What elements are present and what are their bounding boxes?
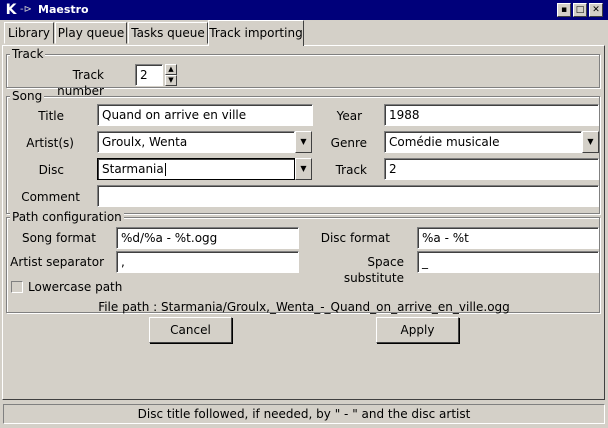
artists-combo[interactable]: Groulx, Wenta bbox=[97, 131, 295, 153]
disc-dropdown-icon[interactable]: ▼ bbox=[295, 158, 312, 180]
artists-label: Artist(s) bbox=[26, 136, 74, 150]
apply-button[interactable]: Apply bbox=[376, 317, 459, 343]
artists-dropdown-icon[interactable]: ▼ bbox=[295, 131, 312, 153]
track-number-input[interactable]: 2 bbox=[135, 64, 163, 86]
cancel-button[interactable]: Cancel bbox=[149, 317, 232, 343]
tab-library[interactable]: Library bbox=[4, 22, 54, 44]
artist-separator-label: Artist separator bbox=[10, 255, 104, 269]
close-button[interactable]: ✕ bbox=[589, 3, 603, 17]
track-input[interactable]: 2 bbox=[384, 158, 599, 180]
year-input[interactable]: 1988 bbox=[384, 104, 599, 126]
file-path-text: File path : Starmania/Groulx,_Wenta_-_Qu… bbox=[98, 300, 510, 314]
title-input[interactable]: Quand on arrive en ville bbox=[97, 104, 313, 126]
disc-value: Starmania bbox=[102, 162, 164, 176]
track-group-label: Track bbox=[10, 47, 46, 61]
maximize-button[interactable]: □ bbox=[573, 3, 587, 17]
disc-format-input[interactable]: %a - %t bbox=[417, 227, 599, 249]
lowercase-path-checkbox[interactable] bbox=[11, 281, 23, 293]
disc-label: Disc bbox=[38, 163, 64, 177]
path-config-group-label: Path configuration bbox=[10, 210, 124, 224]
comment-label: Comment bbox=[21, 190, 80, 204]
k-logo-icon[interactable]: K bbox=[3, 2, 19, 18]
title-label: Title bbox=[38, 109, 64, 123]
space-substitute-label: Space substitute bbox=[343, 255, 404, 285]
genre-dropdown-icon[interactable]: ▼ bbox=[582, 131, 599, 153]
comment-input[interactable] bbox=[97, 185, 599, 207]
song-format-label: Song format bbox=[21, 231, 96, 245]
song-format-input[interactable]: %d/%a - %t.ogg bbox=[116, 227, 299, 249]
disc-combo[interactable]: Starmania bbox=[97, 158, 295, 180]
text-caret bbox=[164, 163, 166, 176]
minimize-button[interactable]: ▪ bbox=[557, 3, 571, 17]
window-title: Maestro bbox=[38, 3, 89, 16]
year-label: Year bbox=[336, 109, 362, 123]
track-label: Track bbox=[335, 163, 367, 177]
genre-combo[interactable]: Comédie musicale bbox=[384, 131, 582, 153]
lowercase-path-label[interactable]: Lowercase path bbox=[28, 279, 122, 295]
space-substitute-input[interactable]: _ bbox=[417, 251, 599, 273]
spin-down-button[interactable]: ▼ bbox=[165, 75, 177, 86]
disc-format-label: Disc format bbox=[320, 231, 390, 245]
tab-track-importing[interactable]: Track importing bbox=[208, 20, 304, 46]
status-bar: Disc title followed, if needed, by " - "… bbox=[3, 404, 605, 424]
genre-label: Genre bbox=[330, 136, 367, 150]
tab-tasks-queue[interactable]: Tasks queue bbox=[128, 22, 208, 44]
pin-icon[interactable]: -⊳ bbox=[20, 2, 34, 18]
tab-play-queue[interactable]: Play queue bbox=[55, 22, 127, 44]
title-bar[interactable]: K -⊳ Maestro ▪ □ ✕ bbox=[0, 0, 608, 20]
song-group-label: Song bbox=[10, 89, 45, 103]
artist-separator-input[interactable]: , bbox=[116, 251, 299, 273]
spin-up-button[interactable]: ▲ bbox=[165, 64, 177, 75]
